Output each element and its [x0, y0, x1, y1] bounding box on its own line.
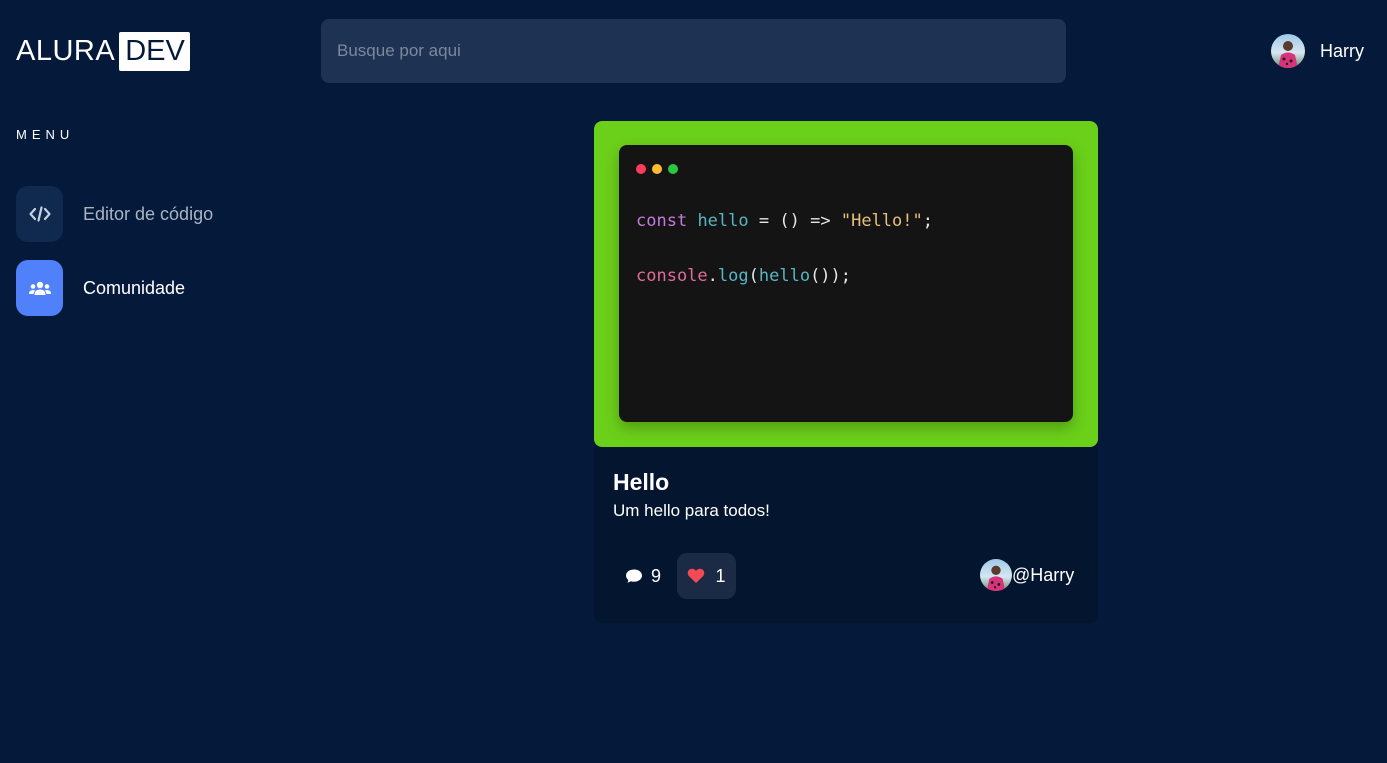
yellow-dot-icon — [652, 164, 662, 174]
code-icon-box — [16, 186, 63, 242]
search-input[interactable] — [335, 40, 1066, 62]
users-icon — [28, 281, 51, 295]
sidebar-item-community[interactable]: Comunidade — [16, 260, 185, 316]
logo-badge: DEV — [119, 31, 190, 71]
search-bar[interactable] — [321, 19, 1066, 83]
avatar — [1271, 34, 1305, 68]
code-icon — [28, 206, 51, 222]
author-avatar — [980, 559, 1012, 591]
logo[interactable]: ALURA DEV — [16, 31, 190, 71]
code-preview-container: const hello = () => "Hello!"; console.log… — [594, 121, 1098, 447]
code-line: console.log(hello()); — [636, 266, 852, 286]
post-author[interactable]: @Harry — [980, 557, 1074, 593]
author-handle: @Harry — [1012, 564, 1075, 585]
users-icon-box — [16, 260, 63, 316]
comments-count: 9 — [651, 565, 662, 586]
code-line: const hello = () => "Hello!"; — [636, 211, 933, 231]
code-window: const hello = () => "Hello!"; console.log… — [619, 145, 1073, 422]
user-name: Harry — [1320, 40, 1364, 61]
comments-button[interactable]: 9 — [625, 565, 661, 587]
comment-icon — [626, 569, 642, 583]
red-dot-icon — [636, 164, 646, 174]
sidebar-item-label: Comunidade — [83, 277, 186, 298]
post-title: Hello — [613, 469, 670, 495]
menu-title: MENU — [16, 127, 75, 142]
heart-icon — [688, 568, 705, 583]
sidebar-item-editor[interactable]: Editor de código — [16, 186, 213, 242]
code-block: const hello = () => "Hello!"; console.log… — [636, 207, 933, 290]
green-dot-icon — [668, 164, 678, 174]
logo-text: ALURA — [16, 35, 116, 67]
user-profile[interactable]: Harry — [1271, 33, 1364, 69]
likes-count: 1 — [715, 565, 726, 586]
sidebar-item-label: Editor de código — [83, 203, 214, 224]
window-dots — [636, 164, 684, 174]
post-card[interactable]: const hello = () => "Hello!"; console.log… — [594, 121, 1098, 623]
like-button[interactable]: 1 — [677, 553, 736, 599]
post-description: Um hello para todos! — [613, 501, 770, 520]
